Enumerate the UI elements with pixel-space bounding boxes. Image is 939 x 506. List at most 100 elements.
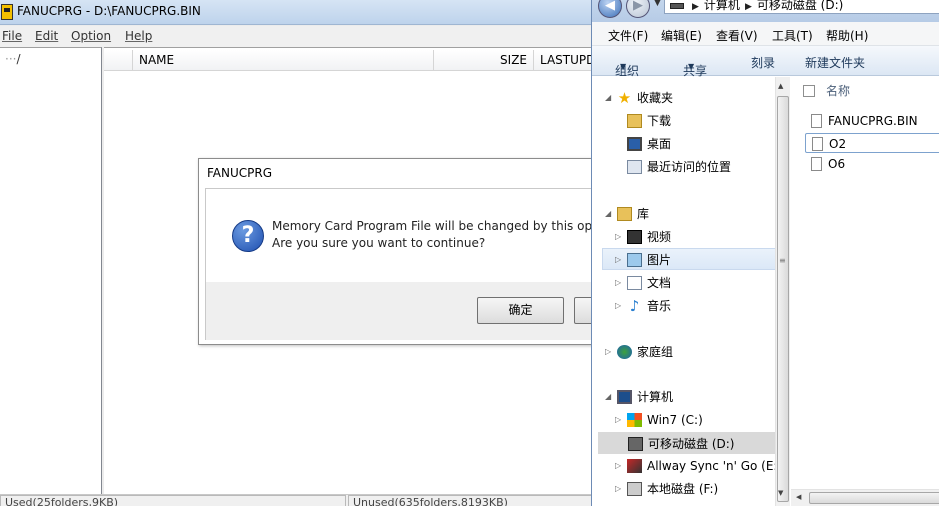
- expand-arrow-icon[interactable]: ▷: [615, 249, 621, 271]
- scroll-down-arrow-icon[interactable]: ▼: [778, 489, 783, 497]
- nav-documents[interactable]: ▷ 文档: [615, 272, 671, 294]
- nav-homegroup[interactable]: ▷ 家庭组: [605, 341, 674, 363]
- expand-arrow-icon[interactable]: ▷: [615, 478, 621, 500]
- music-icon: ♪: [629, 296, 640, 315]
- new-folder-button[interactable]: 新建文件夹: [805, 54, 865, 71]
- menu-help[interactable]: Help: [125, 29, 152, 43]
- collapse-arrow-icon[interactable]: ◢: [605, 386, 611, 408]
- nav-drive-f-label: 本地磁盘 (F:): [647, 482, 719, 496]
- file-item[interactable]: O6: [805, 154, 939, 174]
- menu-edit[interactable]: Edit: [35, 29, 58, 43]
- ok-button[interactable]: 确定: [477, 297, 564, 324]
- chevron-down-icon: ▼: [688, 62, 695, 71]
- fanucprg-menubar: File Edit Option Help: [0, 26, 592, 47]
- nav-pictures[interactable]: ▷ 图片: [602, 248, 776, 270]
- confirm-dialog: FANUCPRG ? Memory Card Program File will…: [198, 158, 614, 345]
- explorer-window: ◀ ▶ ▼ ▶ 计算机 ▶ 可移动磁盘 (D:) 文件(F) 编辑(E) 查看(V) …: [591, 0, 939, 506]
- nav-drive-d[interactable]: 可移动磁盘 (D:): [598, 432, 776, 454]
- address-bar[interactable]: ▶ 计算机 ▶ 可移动磁盘 (D:): [664, 0, 939, 14]
- address-part-computer[interactable]: 计算机: [704, 0, 740, 12]
- menu-help-cn[interactable]: 帮助(H): [826, 27, 868, 44]
- chevron-down-icon: ▼: [620, 62, 627, 71]
- scroll-up-arrow-icon[interactable]: ▲: [778, 82, 783, 90]
- column-header-size[interactable]: SIZE: [434, 50, 534, 71]
- column-header-name[interactable]: NAME: [133, 50, 434, 71]
- scroll-left-arrow-icon[interactable]: ◀: [796, 493, 801, 501]
- tree-root[interactable]: ···/: [5, 52, 21, 66]
- nav-libraries-label: 库: [637, 207, 650, 221]
- nav-libraries[interactable]: ◢ 库: [605, 203, 650, 225]
- nav-favorites[interactable]: ◢ ★ 收藏夹: [605, 87, 673, 109]
- nav-music[interactable]: ▷ ♪ 音乐: [615, 295, 672, 317]
- scrollbar-thumb[interactable]: [777, 96, 789, 502]
- nav-homegroup-label: 家庭组: [637, 345, 674, 359]
- file-pane[interactable]: 名称 FANUCPRG.BIN O2 O6 ◀: [791, 77, 939, 506]
- column-name-label[interactable]: 名称: [826, 77, 850, 105]
- horizontal-scrollbar-thumb[interactable]: [809, 492, 939, 504]
- menu-option[interactable]: Option: [71, 29, 111, 43]
- nav-computer[interactable]: ◢ 计算机: [605, 386, 673, 408]
- recent-places-icon: [627, 159, 642, 174]
- fanucprg-titlebar[interactable]: FANUCPRG - D:\FANUCPRG.BIN: [0, 0, 592, 25]
- homegroup-icon: [617, 344, 632, 359]
- expand-arrow-icon[interactable]: ▷: [615, 295, 621, 317]
- documents-icon: [627, 275, 642, 290]
- file-column-header[interactable]: 名称: [791, 77, 939, 105]
- column-header-lastupdate[interactable]: LASTUPD: [534, 50, 592, 71]
- column-header-icon[interactable]: [104, 50, 133, 71]
- navigation-pane[interactable]: ◢ ★ 收藏夹 下载 桌面 最近访问的位置 ◢ 库 ▷ 视频 ▷ 图片 ▷ 文档 ▷ ♪ 音乐 …: [592, 77, 782, 506]
- nav-drive-f[interactable]: ▷ 本地磁盘 (F:): [615, 478, 719, 500]
- forward-arrow-icon[interactable]: ▶: [626, 0, 650, 18]
- file-name: O2: [829, 137, 847, 151]
- recent-pages-dropdown-icon[interactable]: ▼: [654, 0, 661, 8]
- file-icon: [811, 113, 822, 128]
- collapse-arrow-icon[interactable]: ◢: [605, 87, 611, 109]
- expand-arrow-icon[interactable]: ▷: [615, 455, 621, 477]
- menu-view-cn[interactable]: 查看(V): [716, 27, 758, 44]
- fanucprg-statusbar: Used(25folders,9KB) Unused(635folders,81…: [0, 494, 592, 506]
- nav-drive-c-label: Win7 (C:): [647, 413, 703, 427]
- folder-tree[interactable]: ···/: [0, 47, 102, 494]
- nav-recent[interactable]: 最近访问的位置: [627, 156, 731, 178]
- drive-icon: [670, 2, 684, 9]
- navigation-scrollbar[interactable]: ▲ ≡ ▼: [775, 77, 790, 506]
- chevron-right-icon[interactable]: ▶: [692, 2, 699, 12]
- file-name: FANUCPRG.BIN: [828, 114, 918, 128]
- address-part-removable[interactable]: 可移动磁盘 (D:): [757, 0, 843, 12]
- fanucprg-app-icon: [1, 4, 13, 20]
- burn-button[interactable]: 刻录: [751, 54, 775, 71]
- nav-downloads[interactable]: 下载: [627, 110, 671, 132]
- video-icon: [627, 229, 642, 244]
- nav-drive-c[interactable]: ▷ Win7 (C:): [615, 409, 703, 431]
- expand-arrow-icon[interactable]: ▷: [615, 409, 621, 431]
- dialog-button-area: 确定: [206, 282, 614, 340]
- menu-file[interactable]: File: [2, 29, 22, 43]
- menu-tools-cn[interactable]: 工具(T): [772, 27, 813, 44]
- libraries-icon: [617, 206, 632, 221]
- file-horizontal-scrollbar[interactable]: ◀: [791, 489, 939, 506]
- menu-file-cn[interactable]: 文件(F): [608, 27, 648, 44]
- file-item[interactable]: FANUCPRG.BIN: [805, 111, 939, 131]
- removable-drive-icon: [628, 436, 643, 451]
- expand-arrow-icon[interactable]: ▷: [605, 341, 611, 363]
- select-all-checkbox[interactable]: [803, 85, 815, 97]
- expand-arrow-icon[interactable]: ▷: [615, 226, 621, 248]
- dialog-message: Memory Card Program File will be changed…: [272, 218, 592, 252]
- chevron-right-icon[interactable]: ▶: [745, 2, 752, 12]
- scrollbar-grip-icon: ≡: [779, 256, 786, 265]
- computer-icon: [617, 389, 632, 404]
- fanucprg-window-title: FANUCPRG - D:\FANUCPRG.BIN: [17, 4, 201, 18]
- nav-drive-d-label: 可移动磁盘 (D:): [648, 437, 735, 451]
- file-item[interactable]: O2: [805, 133, 939, 153]
- nav-music-label: 音乐: [647, 299, 672, 313]
- nav-desktop[interactable]: 桌面: [627, 133, 671, 155]
- star-icon: ★: [617, 88, 632, 107]
- expand-arrow-icon[interactable]: ▷: [615, 272, 621, 294]
- nav-videos[interactable]: ▷ 视频: [615, 226, 671, 248]
- collapse-arrow-icon[interactable]: ◢: [605, 203, 611, 225]
- desktop-icon: [627, 136, 642, 151]
- menu-edit-cn[interactable]: 编辑(E): [661, 27, 702, 44]
- back-arrow-icon[interactable]: ◀: [598, 0, 622, 18]
- nav-drive-e[interactable]: ▷ Allway Sync 'n' Go (E:): [615, 455, 782, 477]
- dialog-message-line1: Memory Card Program File will be changed…: [272, 219, 593, 233]
